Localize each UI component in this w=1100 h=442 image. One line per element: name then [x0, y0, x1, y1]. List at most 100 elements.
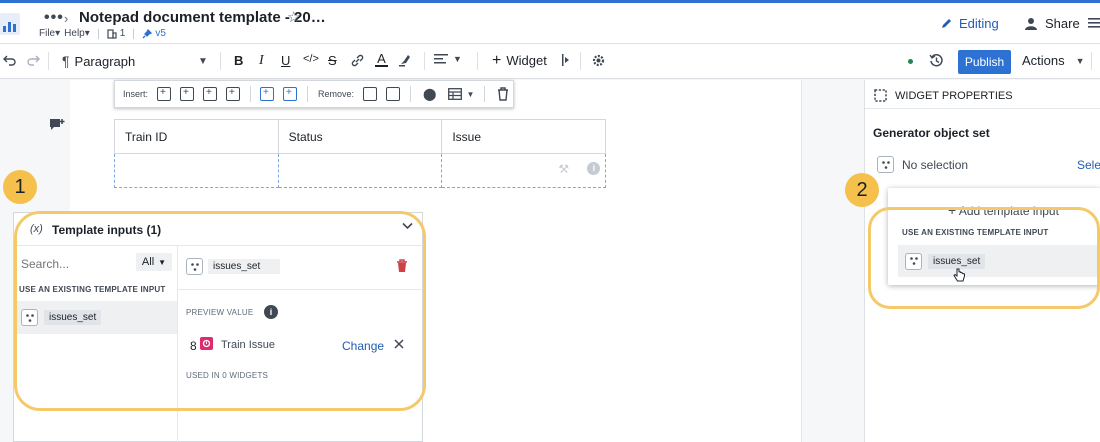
version-label: v5: [155, 28, 166, 39]
undo-icon: [3, 55, 16, 66]
code-button[interactable]: </>: [303, 53, 319, 65]
highlight-button[interactable]: [398, 53, 412, 67]
menu-divider: [97, 28, 99, 39]
toolbar-divider: [1091, 52, 1092, 70]
generator-object-set-label: Generator object set: [873, 126, 990, 140]
callout-badge: 1: [3, 170, 37, 204]
publish-button[interactable]: Publish: [958, 50, 1011, 74]
document-table[interactable]: Train ID Status Issue ⚒ i: [114, 119, 606, 188]
text-color-swatch: [375, 65, 388, 67]
caret-down-icon: ▼: [453, 54, 462, 64]
callout-ring: [14, 211, 426, 411]
caret-down-icon: ▼: [1075, 55, 1085, 66]
table-header-cell[interactable]: Train ID: [114, 119, 279, 154]
wrench-icon[interactable]: ⚒: [558, 162, 569, 176]
more-menu-icon[interactable]: •••: [44, 10, 64, 26]
insert-header-row-icon[interactable]: [260, 87, 275, 101]
caret-down-icon: ▼: [198, 55, 208, 67]
dependents-count: 1: [119, 28, 126, 39]
file-menu-label: File: [39, 28, 56, 39]
actions-label: Actions: [1022, 53, 1065, 68]
link-icon: [351, 54, 364, 67]
table-cell[interactable]: ⚒ i: [441, 153, 606, 188]
callout-badge: 2: [845, 173, 879, 207]
toolbar-divider: [484, 86, 486, 102]
widget-frame-icon: [874, 89, 887, 102]
version-indicator[interactable]: v5: [142, 28, 166, 39]
text-color-button[interactable]: A: [375, 52, 388, 67]
file-menu[interactable]: File▾: [39, 28, 60, 39]
insert-row-below-icon[interactable]: [226, 87, 241, 101]
settings-button[interactable]: [591, 53, 606, 68]
delete-table-icon[interactable]: [497, 87, 509, 101]
info-icon[interactable]: i: [587, 162, 601, 175]
toolbar-divider: [477, 52, 478, 70]
editing-mode-button[interactable]: Editing: [940, 16, 999, 31]
breadcrumb-chevron-icon: ›: [64, 11, 69, 26]
insert-header-column-icon[interactable]: [283, 87, 298, 101]
column-break-button[interactable]: [561, 53, 571, 67]
table-style-select[interactable]: ▼: [448, 88, 474, 100]
sidebar-toggle-icon[interactable]: [1088, 16, 1100, 30]
alignment-select[interactable]: ▼: [434, 53, 462, 65]
toolbar-divider: [307, 86, 309, 102]
redo-button[interactable]: [26, 53, 40, 67]
history-button[interactable]: [929, 53, 944, 68]
add-comment-icon[interactable]: [49, 118, 65, 132]
align-left-icon: [434, 54, 448, 64]
toolbar-divider: [424, 52, 425, 70]
remove-label: Remove:: [318, 89, 355, 99]
user-icon: [1025, 18, 1037, 30]
paragraph-style-select[interactable]: ¶ Paragraph ▼: [62, 53, 212, 69]
remove-row-icon[interactable]: [386, 87, 401, 101]
cell-fill-icon[interactable]: ⬤: [423, 87, 436, 101]
insert-widget-button[interactable]: + Widget: [492, 51, 547, 69]
toolbar-divider: [220, 52, 221, 70]
bold-button[interactable]: B: [234, 53, 243, 68]
callout-ring: [868, 207, 1100, 309]
table-header-cell[interactable]: Issue: [441, 119, 606, 154]
widget-label: Widget: [506, 53, 547, 68]
table-icon: [448, 88, 463, 100]
toolbar-divider: [250, 86, 252, 102]
share-button[interactable]: Share: [1025, 16, 1080, 31]
insert-column-right-icon[interactable]: [180, 87, 195, 101]
plus-icon: +: [492, 51, 502, 69]
caret-down-icon: ▼: [466, 89, 475, 99]
history-icon: [929, 54, 943, 67]
table-row: ⚒ i: [114, 153, 606, 188]
help-menu-label: Help: [64, 28, 85, 39]
remove-column-icon[interactable]: [363, 87, 378, 101]
favorite-star-icon[interactable]: ☆: [287, 8, 300, 26]
share-label: Share: [1045, 16, 1080, 31]
link-button[interactable]: [350, 53, 365, 68]
insert-column-left-icon[interactable]: [157, 87, 172, 101]
underline-button[interactable]: U: [281, 53, 290, 68]
actions-menu-button[interactable]: Actions ▼: [1022, 53, 1085, 68]
strikethrough-button[interactable]: S: [328, 53, 337, 68]
dependents-indicator[interactable]: 1: [107, 28, 126, 39]
redo-icon: [27, 55, 40, 66]
editing-label: Editing: [959, 16, 999, 31]
select-object-set-link[interactable]: Selec: [1077, 158, 1100, 172]
pencil-icon: [942, 19, 951, 28]
help-menu[interactable]: Help▾: [64, 28, 90, 39]
no-selection-text: No selection: [902, 158, 969, 172]
table-header-cell[interactable]: Status: [277, 119, 443, 154]
italic-button[interactable]: I: [259, 53, 264, 69]
table-cell[interactable]: [114, 153, 279, 188]
document-menu-bar: File▾ Help▾ 1 v5: [39, 28, 166, 39]
table-cell[interactable]: [277, 153, 443, 188]
pilcrow-icon: ¶: [62, 53, 70, 69]
editor-toolbar: ¶ Paragraph ▼ B I U </> S A ▼ + Widget P…: [0, 44, 1100, 79]
gear-icon: [592, 54, 605, 67]
table-edit-toolbar: Insert: Remove: ⬤ ▼: [114, 80, 514, 108]
insert-row-above-icon[interactable]: [203, 87, 218, 101]
paragraph-style-label: Paragraph: [74, 53, 136, 69]
title-bar: ••• › Notepad document template - 20… ☆ …: [0, 3, 1100, 44]
app-logo-icon[interactable]: [0, 9, 22, 37]
menu-divider: [133, 28, 135, 39]
pin-icon: [142, 28, 153, 38]
undo-button[interactable]: [3, 53, 17, 67]
divider: [865, 108, 1100, 109]
